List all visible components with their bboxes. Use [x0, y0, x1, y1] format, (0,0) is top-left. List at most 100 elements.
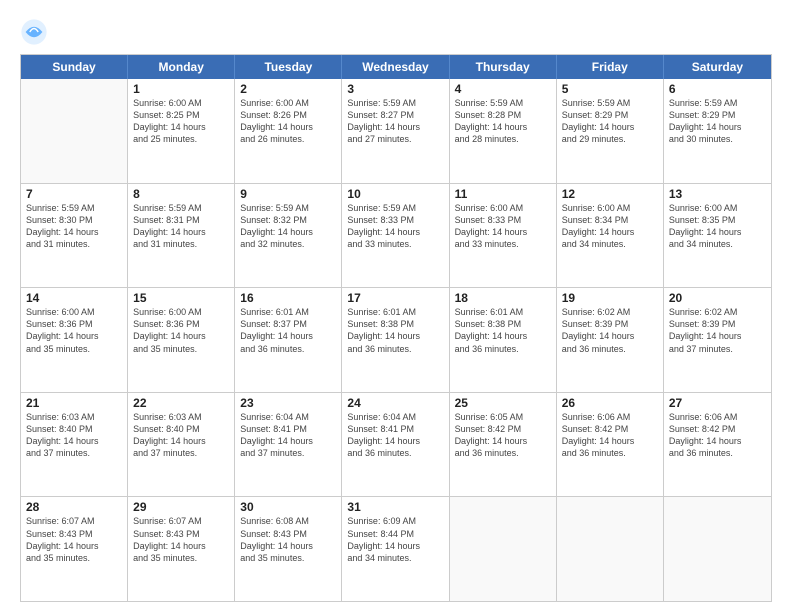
cell-info: Sunrise: 6:02 AM Sunset: 8:39 PM Dayligh…: [669, 306, 766, 355]
calendar-cell: 29Sunrise: 6:07 AM Sunset: 8:43 PM Dayli…: [128, 497, 235, 601]
day-number: 3: [347, 82, 443, 96]
cell-info: Sunrise: 6:07 AM Sunset: 8:43 PM Dayligh…: [26, 515, 122, 564]
cell-info: Sunrise: 5:59 AM Sunset: 8:31 PM Dayligh…: [133, 202, 229, 251]
logo: [20, 18, 52, 46]
day-number: 24: [347, 396, 443, 410]
calendar-cell: 21Sunrise: 6:03 AM Sunset: 8:40 PM Dayli…: [21, 393, 128, 497]
cell-info: Sunrise: 6:00 AM Sunset: 8:25 PM Dayligh…: [133, 97, 229, 146]
header-day-thursday: Thursday: [450, 55, 557, 79]
day-number: 25: [455, 396, 551, 410]
calendar-cell: 23Sunrise: 6:04 AM Sunset: 8:41 PM Dayli…: [235, 393, 342, 497]
cell-info: Sunrise: 6:00 AM Sunset: 8:36 PM Dayligh…: [133, 306, 229, 355]
header-day-sunday: Sunday: [21, 55, 128, 79]
logo-icon: [20, 18, 48, 46]
day-number: 29: [133, 500, 229, 514]
calendar-cell: 17Sunrise: 6:01 AM Sunset: 8:38 PM Dayli…: [342, 288, 449, 392]
calendar-header: SundayMondayTuesdayWednesdayThursdayFrid…: [21, 55, 771, 79]
calendar-cell: 13Sunrise: 6:00 AM Sunset: 8:35 PM Dayli…: [664, 184, 771, 288]
cell-info: Sunrise: 6:06 AM Sunset: 8:42 PM Dayligh…: [562, 411, 658, 460]
calendar-cell: 14Sunrise: 6:00 AM Sunset: 8:36 PM Dayli…: [21, 288, 128, 392]
calendar-cell: 18Sunrise: 6:01 AM Sunset: 8:38 PM Dayli…: [450, 288, 557, 392]
calendar-row-2: 7Sunrise: 5:59 AM Sunset: 8:30 PM Daylig…: [21, 183, 771, 288]
calendar-cell: 28Sunrise: 6:07 AM Sunset: 8:43 PM Dayli…: [21, 497, 128, 601]
calendar-cell: 31Sunrise: 6:09 AM Sunset: 8:44 PM Dayli…: [342, 497, 449, 601]
day-number: 10: [347, 187, 443, 201]
calendar-row-4: 21 Sunrise: 6:03 AM Sunset: 8:40 PM Dayli…: [21, 392, 771, 497]
day-number: 4: [455, 82, 551, 96]
header-day-wednesday: Wednesday: [342, 55, 449, 79]
cell-info: Sunrise: 6:04 AM Sunset: 8:41 PM Dayligh…: [347, 411, 443, 460]
day-number: 19: [562, 291, 658, 305]
cell-info: Sunrise: 5:59 AM Sunset: 8:32 PM Dayligh…: [240, 202, 336, 251]
calendar-row-3: 14Sunrise: 6:00 AM Sunset: 8:36 PM Dayli…: [21, 287, 771, 392]
calendar-cell: 25Sunrise: 6:05 AM Sunset: 8:42 PM Dayli…: [450, 393, 557, 497]
day-number: 5: [562, 82, 658, 96]
cell-info: Sunrise: 6:02 AM Sunset: 8:39 PM Dayligh…: [562, 306, 658, 355]
day-number: 6: [669, 82, 766, 96]
calendar-row-5: 28Sunrise: 6:07 AM Sunset: 8:43 PM Dayli…: [21, 496, 771, 601]
calendar-cell: 24Sunrise: 6:04 AM Sunset: 8:41 PM Dayli…: [342, 393, 449, 497]
calendar-cell: 15Sunrise: 6:00 AM Sunset: 8:36 PM Dayli…: [128, 288, 235, 392]
day-number: 7: [26, 187, 122, 201]
day-number: 18: [455, 291, 551, 305]
calendar-cell: 22Sunrise: 6:03 AM Sunset: 8:40 PM Dayli…: [128, 393, 235, 497]
day-number: 9: [240, 187, 336, 201]
calendar-cell: 26Sunrise: 6:06 AM Sunset: 8:42 PM Dayli…: [557, 393, 664, 497]
day-number: 28: [26, 500, 122, 514]
header-day-monday: Monday: [128, 55, 235, 79]
cell-info: Sunrise: 5:59 AM Sunset: 8:30 PM Dayligh…: [26, 202, 122, 251]
day-number: 1: [133, 82, 229, 96]
cell-info: Sunrise: 6:08 AM Sunset: 8:43 PM Dayligh…: [240, 515, 336, 564]
cell-info: Sunrise: 6:04 AM Sunset: 8:41 PM Dayligh…: [240, 411, 336, 460]
calendar-cell: 3Sunrise: 5:59 AM Sunset: 8:27 PM Daylig…: [342, 79, 449, 183]
cell-info: Sunrise: 6:00 AM Sunset: 8:36 PM Dayligh…: [26, 306, 122, 355]
calendar-cell: 5Sunrise: 5:59 AM Sunset: 8:29 PM Daylig…: [557, 79, 664, 183]
day-number: 2: [240, 82, 336, 96]
calendar-cell: 1Sunrise: 6:00 AM Sunset: 8:25 PM Daylig…: [128, 79, 235, 183]
calendar-cell: 27Sunrise: 6:06 AM Sunset: 8:42 PM Dayli…: [664, 393, 771, 497]
cell-info: Sunrise: 6:00 AM Sunset: 8:35 PM Dayligh…: [669, 202, 766, 251]
header-day-friday: Friday: [557, 55, 664, 79]
cell-info: Sunrise: 6:00 AM Sunset: 8:33 PM Dayligh…: [455, 202, 551, 251]
cell-info: Sunrise: 6:03 AM Sunset: 8:40 PM Dayligh…: [133, 411, 229, 460]
calendar-cell: [450, 497, 557, 601]
cell-info: Sunrise: 6:00 AM Sunset: 8:34 PM Dayligh…: [562, 202, 658, 251]
calendar-row-1: 1Sunrise: 6:00 AM Sunset: 8:25 PM Daylig…: [21, 79, 771, 183]
day-number: 31: [347, 500, 443, 514]
calendar-cell: 9Sunrise: 5:59 AM Sunset: 8:32 PM Daylig…: [235, 184, 342, 288]
calendar-cell: 8Sunrise: 5:59 AM Sunset: 8:31 PM Daylig…: [128, 184, 235, 288]
cell-info: Sunrise: 6:09 AM Sunset: 8:44 PM Dayligh…: [347, 515, 443, 564]
calendar-cell: 10Sunrise: 5:59 AM Sunset: 8:33 PM Dayli…: [342, 184, 449, 288]
day-number: 21: [26, 396, 122, 410]
page: SundayMondayTuesdayWednesdayThursdayFrid…: [0, 0, 792, 612]
day-number: 15: [133, 291, 229, 305]
calendar-cell: 20Sunrise: 6:02 AM Sunset: 8:39 PM Dayli…: [664, 288, 771, 392]
calendar: SundayMondayTuesdayWednesdayThursdayFrid…: [20, 54, 772, 602]
calendar-cell: 16Sunrise: 6:01 AM Sunset: 8:37 PM Dayli…: [235, 288, 342, 392]
day-number: 26: [562, 396, 658, 410]
cell-info: Sunrise: 6:01 AM Sunset: 8:38 PM Dayligh…: [347, 306, 443, 355]
cell-info: Sunrise: 6:05 AM Sunset: 8:42 PM Dayligh…: [455, 411, 551, 460]
cell-info: Sunrise: 6:06 AM Sunset: 8:42 PM Dayligh…: [669, 411, 766, 460]
calendar-cell: 4Sunrise: 5:59 AM Sunset: 8:28 PM Daylig…: [450, 79, 557, 183]
day-number: 12: [562, 187, 658, 201]
calendar-cell: 2Sunrise: 6:00 AM Sunset: 8:26 PM Daylig…: [235, 79, 342, 183]
cell-info: Sunrise: 5:59 AM Sunset: 8:29 PM Dayligh…: [562, 97, 658, 146]
day-number: 11: [455, 187, 551, 201]
calendar-cell: 12Sunrise: 6:00 AM Sunset: 8:34 PM Dayli…: [557, 184, 664, 288]
calendar-body: 1Sunrise: 6:00 AM Sunset: 8:25 PM Daylig…: [21, 79, 771, 601]
day-number: 20: [669, 291, 766, 305]
header-day-saturday: Saturday: [664, 55, 771, 79]
day-number: 27: [669, 396, 766, 410]
day-number: 30: [240, 500, 336, 514]
header-day-tuesday: Tuesday: [235, 55, 342, 79]
cell-info: Sunrise: 6:01 AM Sunset: 8:38 PM Dayligh…: [455, 306, 551, 355]
day-number: 8: [133, 187, 229, 201]
day-number: 22: [133, 396, 229, 410]
cell-info: Sunrise: 6:07 AM Sunset: 8:43 PM Dayligh…: [133, 515, 229, 564]
cell-info: Sunrise: 5:59 AM Sunset: 8:29 PM Dayligh…: [669, 97, 766, 146]
cell-info: Sunrise: 6:00 AM Sunset: 8:26 PM Dayligh…: [240, 97, 336, 146]
cell-info: Sunrise: 5:59 AM Sunset: 8:27 PM Dayligh…: [347, 97, 443, 146]
day-number: 23: [240, 396, 336, 410]
day-number: 14: [26, 291, 122, 305]
